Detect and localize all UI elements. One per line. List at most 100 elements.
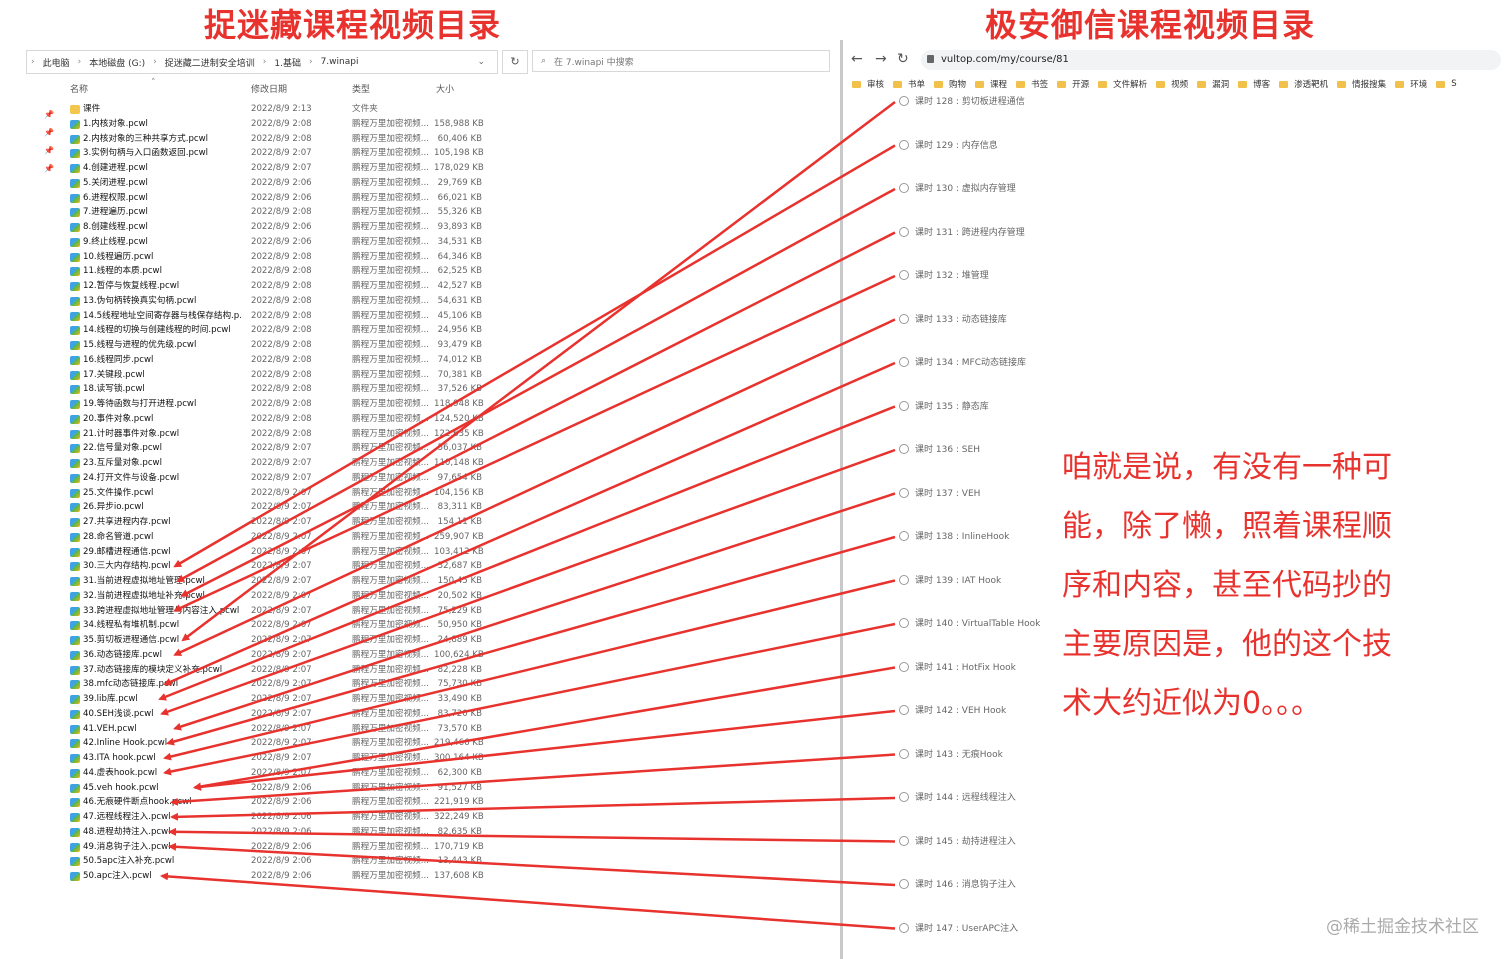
bookmark-item[interactable]: 环境 bbox=[1395, 76, 1427, 92]
lesson-item[interactable]: 课时 146 : 消息钩子注入 bbox=[915, 877, 1016, 890]
file-row[interactable]: 40.SEH浅谈.pcwl 2022/8/9 2:07 鹏程万里加密视频... 83,… bbox=[26, 707, 496, 722]
file-row[interactable]: 24.打开文件与设备.pcwl 2022/8/9 2:07 鹏程万里加密视频... 9… bbox=[26, 471, 496, 486]
radio-icon[interactable] bbox=[899, 792, 909, 802]
lesson-item[interactable]: 课时 134 : MFC动态链接库 bbox=[915, 355, 1026, 368]
lesson-item[interactable]: 课时 132 : 堆管理 bbox=[915, 268, 989, 281]
breadcrumb-item[interactable]: 7.winapi bbox=[321, 57, 359, 67]
bookmark-item[interactable]: 文件解析 bbox=[1098, 76, 1147, 92]
file-row[interactable]: 18.读写锁.pcwl 2022/8/9 2:08 鹏程万里加密视频... 37,52… bbox=[26, 382, 496, 397]
file-row[interactable]: 4.创建进程.pcwl 2022/8/9 2:07 鹏程万里加密视频... 178,0… bbox=[26, 161, 496, 176]
file-row[interactable]: 34.线程私有堆机制.pcwl 2022/8/9 2:07 鹏程万里加密视频... 5… bbox=[26, 618, 496, 633]
file-row[interactable]: 29.邮槽进程通信.pcwl 2022/8/9 2:07 鹏程万里加密视频... 10… bbox=[26, 545, 496, 560]
lock-icon[interactable] bbox=[927, 55, 934, 63]
file-row[interactable]: 35.剪切板进程通信.pcwl 2022/8/9 2:07 鹏程万里加密视频... 2… bbox=[26, 633, 496, 648]
breadcrumb-item[interactable]: 此电脑 bbox=[43, 56, 70, 69]
radio-icon[interactable] bbox=[899, 618, 909, 628]
radio-icon[interactable] bbox=[899, 183, 909, 193]
file-row[interactable]: 14.线程的切换与创建线程的时间.pcwl 2022/8/9 2:08 鹏程万里加密… bbox=[26, 323, 496, 338]
breadcrumb-item[interactable]: 本地磁盘 (G:) bbox=[89, 56, 145, 69]
lesson-item[interactable]: 课时 129 : 内存信息 bbox=[915, 138, 998, 151]
file-row[interactable]: 9.终止线程.pcwl 2022/8/9 2:06 鹏程万里加密视频... 34,53… bbox=[26, 235, 496, 250]
breadcrumb-item[interactable]: 捉迷藏二进制安全培训 bbox=[165, 56, 255, 69]
radio-icon[interactable] bbox=[899, 531, 909, 541]
file-row[interactable]: 课件 2022/8/9 2:13 文件夹 bbox=[26, 102, 496, 117]
address-bar[interactable]: › 此电脑 › 本地磁盘 (G:) › 捉迷藏二进制安全培训 › 1.基础 › … bbox=[26, 50, 498, 74]
file-row[interactable]: 21.计时器事件对象.pcwl 2022/8/9 2:08 鹏程万里加密视频... 1… bbox=[26, 427, 496, 442]
bookmark-item[interactable]: 书单 bbox=[893, 76, 925, 92]
column-header-size[interactable]: 大小 bbox=[436, 82, 454, 95]
radio-icon[interactable] bbox=[899, 835, 909, 846]
radio-icon[interactable] bbox=[899, 400, 909, 411]
lesson-item[interactable]: 课时 145 : 劫持进程注入 bbox=[915, 834, 1016, 847]
lesson-item[interactable]: 课时 131 : 跨进程内存管理 bbox=[915, 225, 1025, 238]
lesson-item[interactable]: 课时 137 : VEH bbox=[915, 486, 980, 499]
bookmark-item[interactable]: 审核 bbox=[852, 76, 884, 92]
reload-icon[interactable]: ↻ bbox=[897, 51, 909, 67]
file-row[interactable]: 47.远程线程注入.pcwl 2022/8/9 2:06 鹏程万里加密视频... 32… bbox=[26, 810, 496, 825]
file-row[interactable]: 44.虚表hook.pcwl 2022/8/9 2:07 鹏程万里加密视频... 62… bbox=[26, 766, 496, 781]
radio-icon[interactable] bbox=[899, 922, 909, 933]
refresh-icon[interactable]: ↻ bbox=[502, 50, 528, 74]
lesson-item[interactable]: 课时 136 : SEH bbox=[915, 442, 980, 455]
bookmark-item[interactable]: 课程 bbox=[975, 76, 1007, 92]
bookmark-item[interactable]: 书签 bbox=[1016, 76, 1048, 92]
file-row[interactable]: 41.VEH.pcwl 2022/8/9 2:07 鹏程万里加密视频... 73,57… bbox=[26, 722, 496, 737]
file-row[interactable]: 50.apc注入.pcwl 2022/8/9 2:06 鹏程万里加密视频... 137… bbox=[26, 869, 496, 884]
radio-icon[interactable] bbox=[899, 139, 909, 150]
bookmark-item[interactable]: 渗透靶机 bbox=[1279, 76, 1328, 92]
file-row[interactable]: 2.内核对象的三种共享方式.pcwl 2022/8/9 2:08 鹏程万里加密视频.… bbox=[26, 132, 496, 147]
bookmark-item[interactable]: 漏洞 bbox=[1197, 76, 1229, 92]
file-row[interactable]: 50.5apc注入补充.pcwl 2022/8/9 2:06 鹏程万里加密视频...… bbox=[26, 854, 496, 869]
file-row[interactable]: 7.进程遍历.pcwl 2022/8/9 2:08 鹏程万里加密视频... 55,32… bbox=[26, 205, 496, 220]
file-row[interactable]: 14.5线程地址空间寄存器与栈保存结构.p... 2022/8/9 2:08 鹏程万… bbox=[26, 309, 496, 324]
radio-icon[interactable] bbox=[899, 96, 909, 106]
lesson-item[interactable]: 课时 147 : UserAPC注入 bbox=[915, 921, 1018, 934]
lesson-item[interactable]: 课时 141 : HotFix Hook bbox=[915, 660, 1016, 673]
lesson-item[interactable]: 课时 139 : IAT Hook bbox=[915, 573, 1001, 586]
file-row[interactable]: 28.命名管道.pcwl 2022/8/9 2:07 鹏程万里加密视频... 259,… bbox=[26, 530, 496, 545]
file-row[interactable]: 19.等待函数与打开进程.pcwl 2022/8/9 2:08 鹏程万里加密视频..… bbox=[26, 397, 496, 412]
file-row[interactable]: 3.实例句柄与入口函数返回.pcwl 2022/8/9 2:07 鹏程万里加密视频.… bbox=[26, 146, 496, 161]
radio-icon[interactable] bbox=[899, 879, 909, 889]
file-row[interactable]: 5.关闭进程.pcwl 2022/8/9 2:06 鹏程万里加密视频... 29,76… bbox=[26, 176, 496, 191]
bookmark-item[interactable]: 情报搜集 bbox=[1337, 76, 1386, 92]
file-row[interactable]: 49.消息钩子注入.pcwl 2022/8/9 2:06 鹏程万里加密视频... 17… bbox=[26, 840, 496, 855]
radio-icon[interactable] bbox=[899, 357, 909, 367]
file-row[interactable]: 16.线程同步.pcwl 2022/8/9 2:08 鹏程万里加密视频... 74,0… bbox=[26, 353, 496, 368]
file-row[interactable]: 45.veh hook.pcwl 2022/8/9 2:06 鹏程万里加密视频...… bbox=[26, 781, 496, 796]
file-row[interactable]: 38.mfc动态链接库.pcwl 2022/8/9 2:07 鹏程万里加密视频...… bbox=[26, 677, 496, 692]
forward-icon[interactable]: → bbox=[875, 51, 887, 67]
column-header-name[interactable]: 名称 bbox=[70, 82, 88, 95]
file-row[interactable]: 31.当前进程虚拟地址管理.pcwl 2022/8/9 2:07 鹏程万里加密视频.… bbox=[26, 574, 496, 589]
lesson-item[interactable]: 课时 130 : 虚拟内存管理 bbox=[915, 181, 1016, 194]
file-row[interactable]: 42.Inline Hook.pcwl 2022/8/9 2:07 鹏程万里加密视频… bbox=[26, 736, 496, 751]
radio-icon[interactable] bbox=[899, 313, 909, 324]
chevron-down-icon[interactable]: ⌄ bbox=[477, 57, 485, 67]
file-row[interactable]: 11.线程的本质.pcwl 2022/8/9 2:08 鹏程万里加密视频... 62,… bbox=[26, 264, 496, 279]
file-row[interactable]: 6.进程权限.pcwl 2022/8/9 2:06 鹏程万里加密视频... 66,02… bbox=[26, 191, 496, 206]
file-row[interactable]: 46.无痕硬件断点hook.pcwl 2022/8/9 2:06 鹏程万里加密视频.… bbox=[26, 795, 496, 810]
lesson-item[interactable]: 课时 140 : VirtualTable Hook bbox=[915, 616, 1040, 629]
radio-icon[interactable] bbox=[899, 705, 909, 715]
file-row[interactable]: 27.共享进程内存.pcwl 2022/8/9 2:07 鹏程万里加密视频... 15… bbox=[26, 515, 496, 530]
file-row[interactable]: 26.异步io.pcwl 2022/8/9 2:07 鹏程万里加密视频... 83,3… bbox=[26, 500, 496, 515]
file-row[interactable]: 22.信号量对象.pcwl 2022/8/9 2:07 鹏程万里加密视频... 56,… bbox=[26, 441, 496, 456]
radio-icon[interactable] bbox=[899, 748, 909, 759]
file-row[interactable]: 20.事件对象.pcwl 2022/8/9 2:08 鹏程万里加密视频... 124,… bbox=[26, 412, 496, 427]
breadcrumb-item[interactable]: 1.基础 bbox=[274, 56, 301, 69]
file-row[interactable]: 37.动态链接库的模块定义补充.pcwl 2022/8/9 2:07 鹏程万里加密视… bbox=[26, 663, 496, 678]
file-row[interactable]: 17.关键段.pcwl 2022/8/9 2:08 鹏程万里加密视频... 70,38… bbox=[26, 368, 496, 383]
lesson-item[interactable]: 课时 142 : VEH Hook bbox=[915, 703, 1006, 716]
bookmark-item[interactable]: 开源 bbox=[1057, 76, 1089, 92]
url-field[interactable]: vultop.com/my/course/81 bbox=[921, 50, 1501, 70]
file-row[interactable]: 15.线程与进程的优先级.pcwl 2022/8/9 2:08 鹏程万里加密视频..… bbox=[26, 338, 496, 353]
radio-icon[interactable] bbox=[899, 270, 909, 280]
file-row[interactable]: 1.内核对象.pcwl 2022/8/9 2:08 鹏程万里加密视频... 158,9… bbox=[26, 117, 496, 132]
bookmark-item[interactable]: 视频 bbox=[1156, 76, 1188, 92]
file-row[interactable]: 39.lib库.pcwl 2022/8/9 2:07 鹏程万里加密视频... 33,4… bbox=[26, 692, 496, 707]
back-icon[interactable]: ← bbox=[851, 51, 863, 67]
radio-icon[interactable] bbox=[899, 487, 909, 498]
column-header-type[interactable]: 类型 bbox=[352, 82, 370, 95]
lesson-item[interactable]: 课时 135 : 静态库 bbox=[915, 399, 989, 412]
file-row[interactable]: 8.创建线程.pcwl 2022/8/9 2:06 鹏程万里加密视频... 93,89… bbox=[26, 220, 496, 235]
